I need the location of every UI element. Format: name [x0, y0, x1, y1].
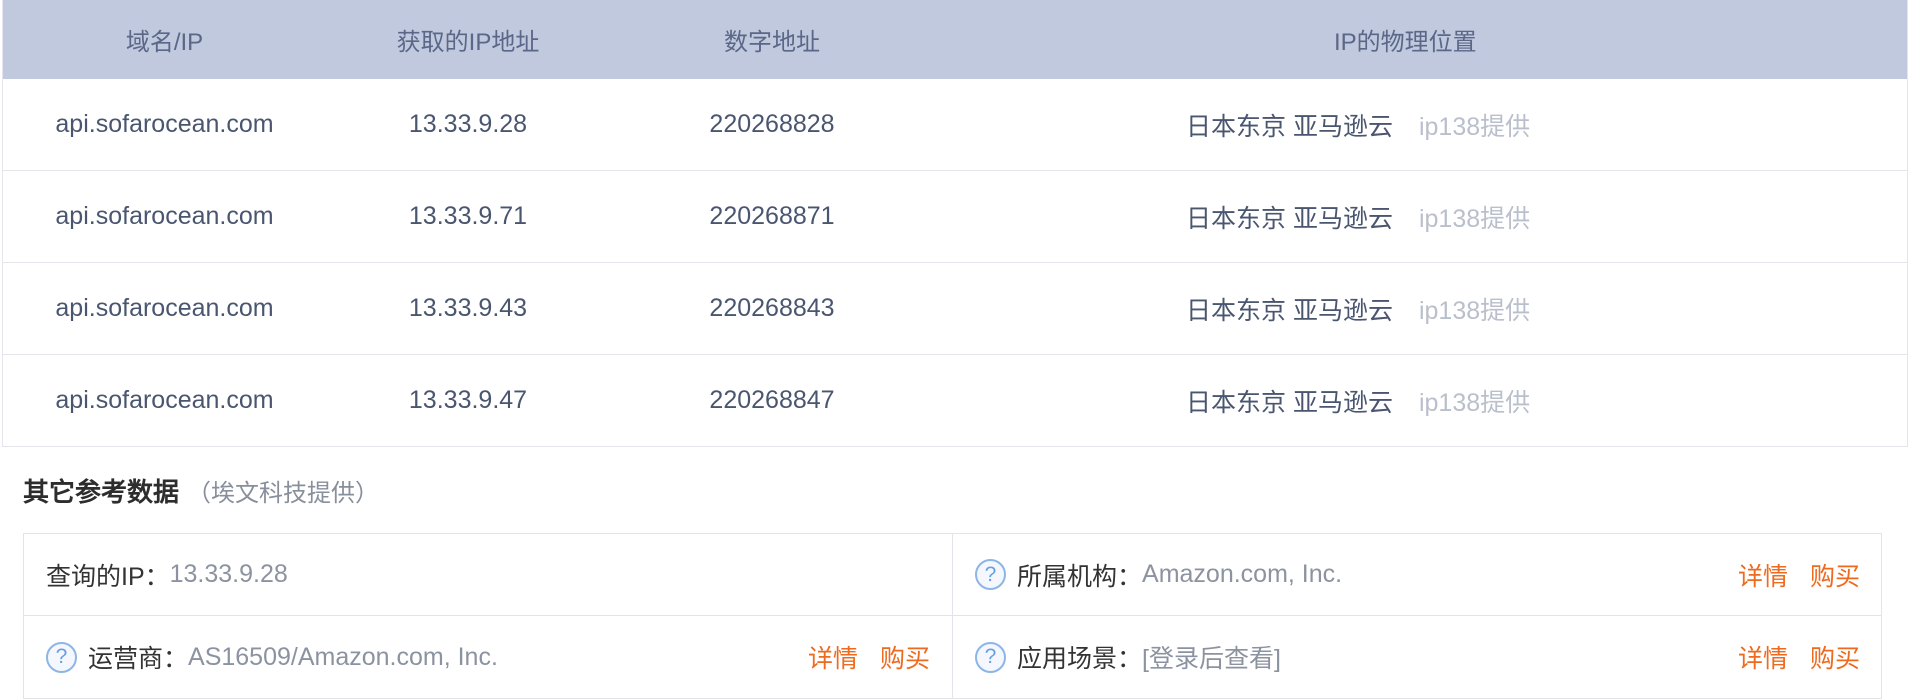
cell-domain: api.sofarocean.com — [2, 79, 326, 171]
location-text: 日本东京 亚马逊云 — [1186, 388, 1393, 417]
scene-label: 应用场景： — [1017, 645, 1143, 673]
cell-location: 日本东京 亚马逊云 ip138提供 — [934, 262, 1908, 355]
location-text: 日本东京 亚马逊云 — [1186, 204, 1393, 233]
location-text: 日本东京 亚马逊云 — [1186, 296, 1393, 325]
cell-domain: api.sofarocean.com — [2, 170, 326, 263]
reference-section-title: 其它参考数据 （埃文科技提供） — [0, 447, 1910, 533]
header-location: IP的物理位置 — [934, 0, 1908, 79]
header-location-label: IP的物理位置 — [1334, 29, 1477, 56]
isp-label: 运营商： — [88, 645, 189, 673]
cell-numeric: 220268843 — [610, 262, 934, 355]
org-value: Amazon.com, Inc. — [1142, 560, 1343, 588]
header-numeric: 数字地址 — [610, 0, 934, 79]
reference-grid: 查询的IP： 13.33.9.28 ? 所属机构： Amazon.com, In… — [23, 533, 1882, 699]
isp-cell: ? 运营商： AS16509/Amazon.com, Inc. 详情 购买 — [24, 616, 953, 698]
header-domain: 域名/IP — [2, 0, 326, 79]
scene-cell: ? 应用场景： [登录后查看] 详情 购买 — [953, 616, 1882, 698]
cell-domain: api.sofarocean.com — [2, 354, 326, 447]
help-icon[interactable]: ? — [46, 641, 77, 673]
table-header-row: 域名/IP 获取的IP地址 数字地址 IP的物理位置 — [2, 0, 1908, 79]
reference-subtitle: （埃文科技提供） — [187, 479, 380, 507]
table-row: api.sofarocean.com 13.33.9.71 220268871 … — [2, 170, 1908, 263]
query-ip-label: 查询的IP： — [46, 562, 170, 591]
scene-detail-link[interactable]: 详情 — [1738, 639, 1788, 675]
cell-location: 日本东京 亚马逊云 ip138提供 — [934, 354, 1908, 447]
reference-title: 其它参考数据 — [23, 476, 180, 507]
cell-numeric: 220268847 — [610, 354, 934, 447]
provider-text: ip138提供 — [1418, 204, 1531, 233]
isp-detail-link[interactable]: 详情 — [808, 639, 858, 675]
page: 域名/IP 获取的IP地址 数字地址 IP的物理位置 api.sofarocea… — [0, 0, 1910, 699]
location-text: 日本东京 亚马逊云 — [1186, 112, 1393, 141]
isp-buy-link[interactable]: 购买 — [880, 639, 930, 675]
provider-text: ip138提供 — [1418, 296, 1531, 325]
help-icon[interactable]: ? — [975, 559, 1006, 590]
cell-numeric: 220268828 — [610, 79, 934, 171]
scene-buy-link[interactable]: 购买 — [1810, 639, 1860, 675]
cell-location: 日本东京 亚马逊云 ip138提供 — [934, 79, 1908, 171]
header-ip: 获取的IP地址 — [326, 0, 610, 79]
ip-lookup-table: 域名/IP 获取的IP地址 数字地址 IP的物理位置 api.sofarocea… — [2, 0, 1908, 447]
cell-ip: 13.33.9.71 — [326, 170, 610, 263]
scene-actions: 详情 购买 — [1738, 639, 1860, 675]
query-ip-cell: 查询的IP： 13.33.9.28 — [24, 534, 953, 616]
cell-ip: 13.33.9.47 — [326, 354, 610, 447]
cell-location: 日本东京 亚马逊云 ip138提供 — [934, 170, 1908, 263]
query-ip-value: 13.33.9.28 — [169, 560, 288, 588]
cell-numeric: 220268871 — [610, 170, 934, 263]
table-row: api.sofarocean.com 13.33.9.28 220268828 … — [2, 79, 1908, 171]
table-row: api.sofarocean.com 13.33.9.47 220268847 … — [2, 354, 1908, 447]
org-label: 所属机构： — [1017, 562, 1143, 591]
org-actions: 详情 购买 — [1738, 557, 1860, 593]
org-detail-link[interactable]: 详情 — [1738, 557, 1788, 593]
help-icon[interactable]: ? — [975, 641, 1006, 673]
provider-text: ip138提供 — [1418, 112, 1531, 141]
table-row: api.sofarocean.com 13.33.9.43 220268843 … — [2, 262, 1908, 355]
cell-domain: api.sofarocean.com — [2, 262, 326, 355]
isp-value: AS16509/Amazon.com, Inc. — [188, 642, 498, 671]
org-cell: ? 所属机构： Amazon.com, Inc. 详情 购买 — [953, 534, 1882, 616]
provider-text: ip138提供 — [1418, 388, 1531, 417]
cell-ip: 13.33.9.28 — [326, 79, 610, 171]
cell-ip: 13.33.9.43 — [326, 262, 610, 355]
scene-value[interactable]: [登录后查看] — [1142, 639, 1281, 675]
org-buy-link[interactable]: 购买 — [1810, 557, 1860, 593]
isp-actions: 详情 购买 — [808, 639, 930, 675]
